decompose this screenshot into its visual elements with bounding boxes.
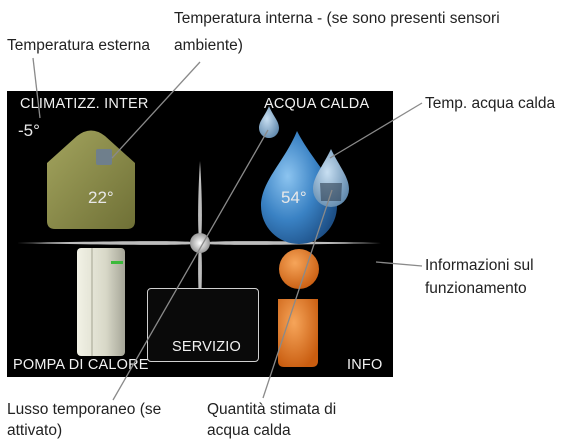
leader-line-quantita	[262, 189, 333, 399]
leader-line-info	[375, 261, 423, 267]
leader-lines	[32, 57, 423, 401]
leader-line-acqua	[329, 102, 423, 159]
leader-line-lusso	[112, 129, 269, 401]
leader-line-interna	[111, 61, 201, 159]
leader-line-esterna	[32, 57, 41, 119]
